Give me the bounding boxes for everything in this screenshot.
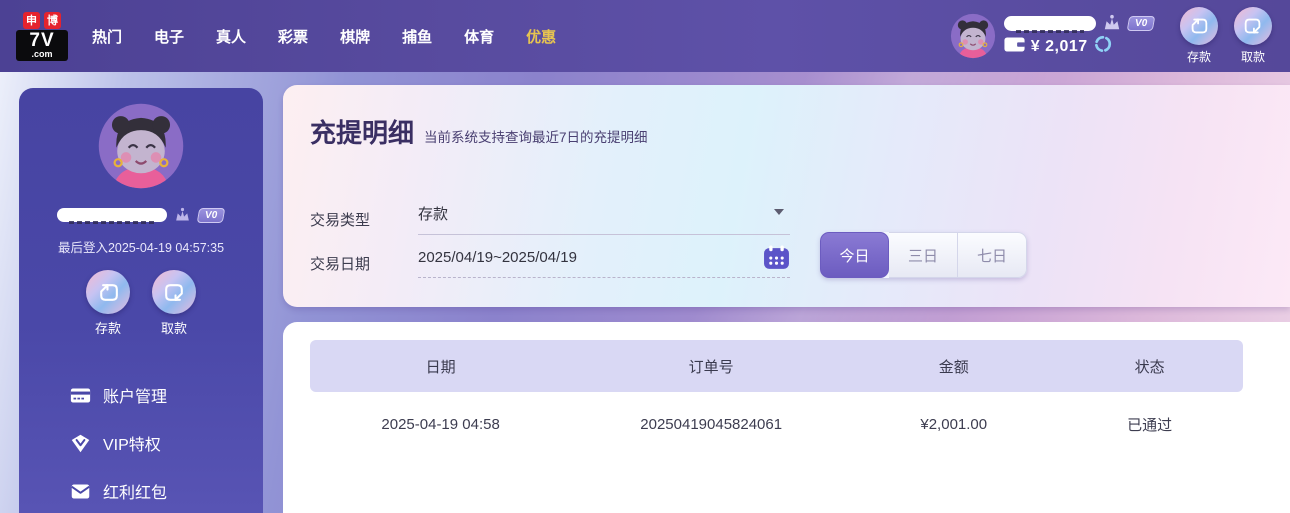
- nav-item-promos[interactable]: 优惠: [526, 26, 556, 47]
- menu-item-label: 账户管理: [103, 389, 168, 406]
- refresh-balance-icon[interactable]: [1094, 35, 1112, 58]
- table-row: 2025-04-19 04:58 20250419045824061 ¥2,00…: [310, 392, 1243, 456]
- avatar-image: [98, 103, 184, 189]
- last-login-text: 最后登入2025-04-19 04:57:35: [57, 241, 225, 255]
- user-meta: V0 ¥ 2,017: [1003, 14, 1156, 58]
- sidebar-withdraw-button[interactable]: 取款: [152, 270, 196, 337]
- vip-level-badge: V0: [1126, 15, 1156, 31]
- transaction-date-label: 交易日期: [310, 256, 371, 273]
- red-packet-icon: [70, 481, 91, 502]
- range-button-7days[interactable]: 七日: [958, 232, 1027, 278]
- menu-item-label: VIP特权: [103, 437, 161, 454]
- transaction-type-value: 存款: [418, 206, 449, 223]
- page-title-row: 充提明细 当前系统支持查询最近7日的充提明细: [283, 85, 1290, 150]
- sidebar: V0 最后登入2025-04-19 04:57:35 存款 取款 账户管理 VI…: [19, 88, 263, 513]
- header-actions: 存款 取款: [1180, 7, 1272, 65]
- sidebar-avatar[interactable]: [97, 102, 185, 190]
- withdraw-label: 取款: [160, 321, 187, 336]
- deposit-button[interactable]: 存款: [1180, 7, 1218, 65]
- wallet-icon: [1004, 37, 1025, 57]
- crown-icon: [173, 207, 192, 223]
- chevron-down-icon: [774, 209, 784, 215]
- deposit-icon: [86, 270, 130, 314]
- transaction-type-row: 交易类型 存款: [310, 203, 790, 235]
- logo-badge-2: 博: [44, 11, 61, 29]
- username-redacted: [1003, 15, 1096, 33]
- deposit-label: 存款: [94, 321, 121, 336]
- sidebar-item-vip-privileges[interactable]: VIP特权: [19, 419, 263, 467]
- nav-item-cards[interactable]: 棋牌: [340, 26, 370, 47]
- range-button-today[interactable]: 今日: [820, 232, 889, 278]
- range-button-3days[interactable]: 三日: [889, 232, 958, 278]
- logo-main-text: 7V: [29, 29, 55, 51]
- crown-icon: [1101, 14, 1123, 32]
- sidebar-item-account-management[interactable]: 账户管理: [19, 371, 263, 419]
- withdraw-icon: [152, 270, 196, 314]
- nav-item-slots[interactable]: 电子: [154, 26, 184, 47]
- menu-item-label: 红利红包: [103, 485, 168, 502]
- transaction-date-input[interactable]: 2025/04/19~2025/04/19: [418, 245, 790, 278]
- bank-card-icon: [70, 385, 91, 406]
- site-logo[interactable]: 申 博 7V .com: [16, 11, 68, 61]
- table-header: 日期 订单号 金额 状态: [310, 340, 1243, 392]
- page-subtitle: 当前系统支持查询最近7日的充提明细: [424, 130, 648, 145]
- header-user-area: V0 ¥ 2,017 存款 取款: [950, 7, 1278, 65]
- logo-badges: 申 博: [16, 11, 68, 29]
- cell-status: 已通过: [1127, 416, 1173, 434]
- column-header-amount: 金额: [938, 358, 969, 376]
- deposit-label: 存款: [1186, 50, 1211, 64]
- sidebar-menu: 账户管理 VIP特权 红利红包: [19, 371, 263, 513]
- sidebar-deposit-button[interactable]: 存款: [86, 270, 130, 337]
- records-table: 日期 订单号 金额 状态 2025-04-19 04:58 2025041904…: [310, 340, 1243, 456]
- vip-level-badge: V0: [197, 207, 226, 223]
- column-header-order-no: 订单号: [688, 358, 734, 376]
- cell-amount: ¥2,001.00: [920, 415, 988, 433]
- date-range-button-group: 今日 三日 七日: [820, 232, 1027, 278]
- nav-item-lottery[interactable]: 彩票: [278, 26, 308, 47]
- avatar-image: [950, 13, 995, 59]
- cell-order-no: 20250419045824061: [640, 415, 783, 433]
- balance-row: ¥ 2,017: [1004, 35, 1154, 58]
- nav-item-fishing[interactable]: 捕鱼: [402, 26, 432, 47]
- balance-amount: ¥ 2,017: [1030, 37, 1088, 55]
- records-panel: 日期 订单号 金额 状态 2025-04-19 04:58 2025041904…: [283, 322, 1290, 513]
- deposit-icon: [1180, 7, 1218, 45]
- page-title: 充提明细: [310, 118, 415, 148]
- nav-item-hot[interactable]: 热门: [92, 26, 122, 47]
- column-header-status: 状态: [1134, 358, 1165, 376]
- vip-diamond-icon: [70, 433, 91, 454]
- top-header: 申 博 7V .com 热门 电子 真人 彩票 棋牌 捕鱼 体育 优惠 V0 ¥…: [0, 0, 1290, 72]
- transaction-date-row: 交易日期 2025/04/19~2025/04/19: [310, 245, 790, 278]
- nav-item-sports[interactable]: 体育: [464, 26, 494, 47]
- calendar-icon[interactable]: [763, 245, 790, 270]
- column-header-date: 日期: [425, 358, 456, 376]
- transaction-date-value: 2025/04/19~2025/04/19: [418, 249, 577, 266]
- page: { "colors": { "accent_purple": "#6c5cc0"…: [0, 0, 1290, 513]
- withdraw-icon: [1234, 7, 1272, 45]
- cell-date: 2025-04-19 04:58: [381, 415, 500, 433]
- filter-panel: 充提明细 当前系统支持查询最近7日的充提明细 交易类型 存款 交易日期 2025…: [283, 85, 1290, 307]
- sidebar-username-row: V0: [19, 207, 263, 224]
- user-avatar[interactable]: [950, 13, 996, 59]
- logo-badge-1: 申: [23, 11, 40, 29]
- username-row: V0: [1003, 14, 1156, 33]
- main-nav: 热门 电子 真人 彩票 棋牌 捕鱼 体育 优惠: [92, 26, 556, 47]
- username-redacted: [57, 208, 168, 224]
- sidebar-item-bonus-red-packet[interactable]: 红利红包: [19, 467, 263, 513]
- sidebar-quick-actions: 存款 取款: [19, 270, 263, 337]
- logo-block: 7V .com: [16, 29, 68, 61]
- withdraw-label: 取款: [1240, 50, 1265, 64]
- nav-item-live[interactable]: 真人: [216, 26, 246, 47]
- transaction-type-select[interactable]: 存款: [418, 203, 790, 235]
- withdraw-button[interactable]: 取款: [1234, 7, 1272, 65]
- logo-suffix-text: .com: [31, 48, 53, 59]
- transaction-type-label: 交易类型: [310, 211, 371, 229]
